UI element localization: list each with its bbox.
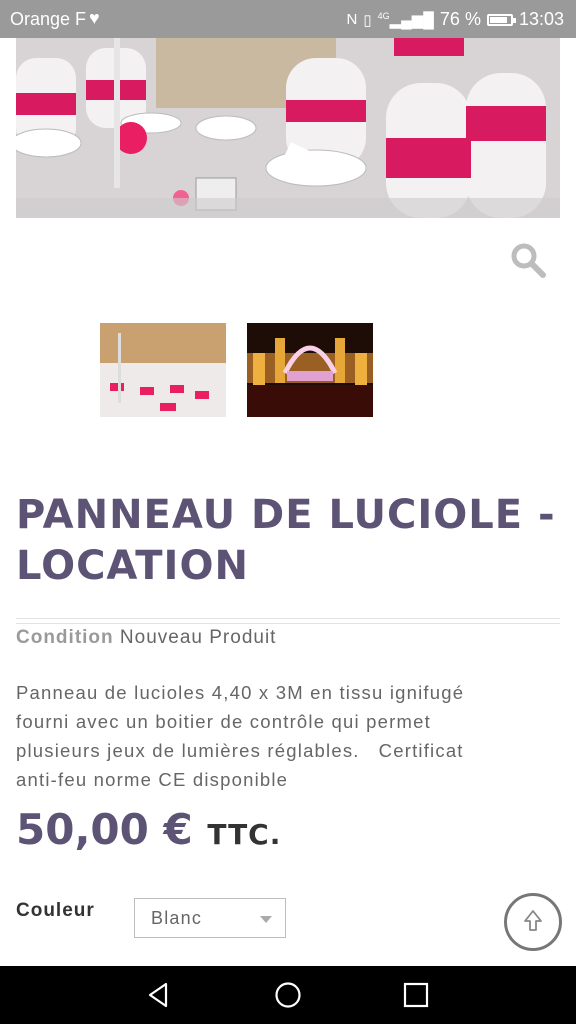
- clock: 13:03: [518, 9, 564, 29]
- description-line: fourni avec un boitier de contrôle qui p…: [16, 711, 431, 732]
- product-description: Panneau de lucioles 4,40 x 3M en tissu i…: [16, 678, 546, 794]
- network-type: 4G: [377, 10, 390, 21]
- circle-home-icon[interactable]: [273, 980, 303, 1010]
- vibrate-icon: ▯: [363, 11, 372, 29]
- carrier-name: Orange F: [10, 9, 87, 29]
- signal-icon: 4G▂▄▆█: [377, 10, 434, 29]
- chevron-down-icon: [260, 916, 272, 923]
- product-price: 50,00 € TTC.: [16, 805, 281, 854]
- status-icons: N ▯ 4G▂▄▆█ 76 % 13:03: [346, 9, 564, 30]
- product-title-line-1: PANNEAU DE LUCIOLE -: [16, 492, 556, 538]
- thumbnail-banquet-image: [100, 323, 226, 417]
- status-bar: Orange F ♥ N ▯ 4G▂▄▆█ 76 % 13:03: [0, 0, 576, 38]
- product-thumbnail-1[interactable]: [100, 323, 226, 417]
- zoom-button[interactable]: [508, 240, 548, 280]
- product-title-line-2: LOCATION: [16, 543, 249, 589]
- search-icon: [511, 243, 546, 278]
- description-line: Panneau de lucioles 4,40 x 3M en tissu i…: [16, 682, 465, 703]
- health-heart-icon: ♥: [89, 8, 100, 28]
- price-suffix: TTC.: [207, 818, 282, 851]
- description-line: anti-feu norme CE disponible: [16, 769, 289, 790]
- price-value: 50,00 €: [16, 805, 193, 854]
- color-label: Couleur: [16, 900, 95, 921]
- banquet-photo: [16, 38, 560, 218]
- product-condition: Condition Nouveau Produit: [16, 627, 276, 649]
- condition-label: Condition: [16, 627, 114, 648]
- scroll-to-top-button[interactable]: [504, 893, 562, 951]
- battery-icon: [486, 13, 516, 26]
- description-line: plusieurs jeux de lumières réglables. Ce…: [16, 740, 464, 761]
- color-select-value: Blanc: [151, 908, 203, 928]
- product-title: PANNEAU DE LUCIOLE - LOCATION: [16, 490, 564, 592]
- arrow-up-icon: [524, 910, 542, 931]
- product-main-image[interactable]: [16, 38, 560, 218]
- condition-value: Nouveau Produit: [119, 627, 277, 648]
- thumbnail-stage-image: [247, 323, 373, 417]
- nfc-icon: N: [346, 11, 358, 28]
- product-thumbnail-2[interactable]: [247, 323, 373, 417]
- triangle-back-icon[interactable]: [144, 980, 174, 1010]
- color-select[interactable]: Blanc: [134, 898, 286, 938]
- square-recent-icon[interactable]: [401, 980, 431, 1010]
- divider: [16, 618, 560, 624]
- battery-percent: 76 %: [439, 9, 481, 29]
- android-nav-bar: [0, 966, 576, 1024]
